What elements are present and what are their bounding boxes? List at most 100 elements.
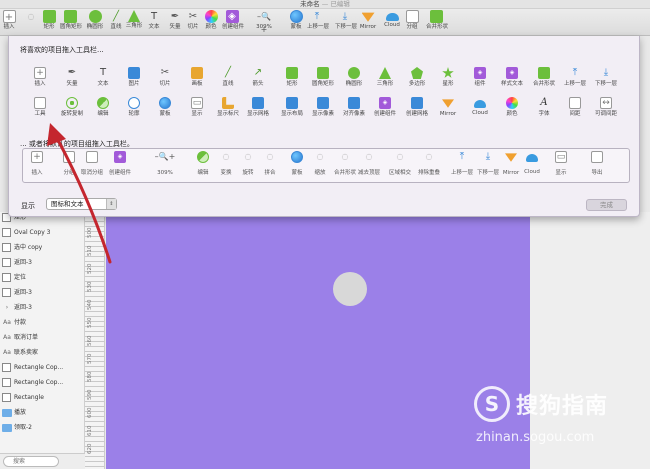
scale-icon: ◌	[316, 152, 324, 161]
toolbar-button-combine-shapes[interactable]: 合并形状	[426, 10, 448, 32]
default-item-label: 编辑	[197, 170, 209, 176]
palette-item-font[interactable]: A 字体	[530, 97, 558, 119]
toolbar-button-line[interactable]: ╱ 直线	[106, 10, 126, 32]
toolbar-button-backward[interactable]: ⤓ 下移一层	[335, 10, 357, 32]
layer-row[interactable]: Rectangle Cop...	[0, 360, 84, 375]
palette-item-combine-shapes[interactable]: 合并形状	[530, 67, 558, 89]
show-mode-select[interactable]: 图标和文本 ⇕	[46, 198, 117, 210]
palette-item-mask[interactable]: 蒙板	[151, 97, 179, 119]
toolbar-button-triangle[interactable]: 三角形	[124, 10, 144, 31]
toolbar-button-rounded-rectangle[interactable]: 圆角矩形	[60, 10, 82, 32]
font-icon: A	[540, 97, 548, 108]
palette-item-arrow[interactable]: ↗ 箭头	[244, 67, 272, 89]
default-item-group: 分组	[57, 151, 81, 178]
palette-item-show-layout[interactable]: 显示布局	[278, 97, 306, 119]
palette-item-cloud[interactable]: Cloud	[466, 97, 494, 118]
palette-item-star[interactable]: 星形	[434, 67, 462, 89]
palette-item-artboard[interactable]: 画板	[183, 67, 211, 89]
layer-row[interactable]: › 返回-3	[0, 300, 84, 315]
layer-name: Rectangle Cop...	[14, 379, 64, 386]
layer-search-input[interactable]	[3, 456, 59, 467]
palette-item-label: 间距	[569, 111, 581, 117]
palette-item-flexible-space[interactable]: ↔ 可调间距	[592, 97, 620, 119]
toolbar-button-group[interactable]: 分组	[402, 10, 422, 32]
palette-item-rounded-rectangle[interactable]: 圆角矩形	[309, 67, 337, 89]
toolbar-button-mask[interactable]: 蒙板	[286, 10, 306, 32]
palette-item-color[interactable]: 颜色	[498, 97, 526, 119]
toolbar-button-zoom[interactable]: –🔍+ 309%	[254, 10, 274, 34]
palette-item-styled-text[interactable]: ◈ 样式文本	[498, 67, 526, 89]
done-button[interactable]: 完成	[586, 199, 627, 211]
palette-item-mirror[interactable]: Mirror	[434, 97, 462, 119]
toolbar-button-rectangle[interactable]: 矩形	[39, 10, 59, 32]
toolbar-button-plus[interactable]: + 插入	[0, 10, 19, 32]
toolbar-button-color[interactable]: 颜色	[201, 10, 221, 32]
palette-item-rectangle[interactable]: 矩形	[278, 67, 306, 89]
palette-item-triangle[interactable]: 三角形	[371, 67, 399, 89]
palette-item-label: 字体	[538, 111, 550, 117]
toolbar-button-text[interactable]: T 文本	[144, 10, 164, 32]
palette-item-show-grid[interactable]: 显示网格	[244, 97, 272, 119]
palette-item-outline[interactable]: 轮廓	[120, 97, 148, 119]
oval-shape[interactable]	[333, 272, 367, 306]
palette-item-view[interactable]: ▭ 显示	[183, 97, 211, 119]
palette-item-oval[interactable]: 椭圆形	[340, 67, 368, 89]
arrow-icon: ↗	[253, 67, 263, 78]
palette-item-text[interactable]: T 文本	[89, 67, 117, 89]
palette-item-rotate-copies[interactable]: 旋转复制	[58, 97, 86, 119]
layer-row[interactable]: Oval Copy 3	[0, 225, 84, 240]
palette-item-plus[interactable]: + 插入	[26, 67, 54, 89]
layer-row[interactable]: 定位	[0, 270, 84, 285]
palette-item-label: 圆角矩形	[311, 81, 334, 87]
palette-item-edit[interactable]: 编辑	[89, 97, 117, 119]
rotate-copies-icon	[66, 97, 78, 109]
palette-item-forward[interactable]: ⤒ 上移一层	[561, 67, 589, 89]
palette-item-vector[interactable]: ✒ 矢量	[58, 67, 86, 89]
toolbar-button-cloud[interactable]: Cloud	[382, 10, 402, 30]
artboard-icon	[191, 67, 203, 79]
layer-row[interactable]: Aa 取消订单	[0, 330, 84, 345]
transform-icon: ◌	[222, 152, 230, 161]
layer-row[interactable]: 播放	[0, 405, 84, 420]
palette-item-slice[interactable]: ✂ 切片	[151, 67, 179, 89]
toolbar-button-mirror[interactable]: Mirror	[358, 10, 378, 32]
palette-item-make-grid[interactable]: 创建网格	[403, 97, 431, 119]
palette-item-space[interactable]: 间距	[561, 97, 589, 119]
palette-item-image[interactable]: 图片	[120, 67, 148, 89]
toolbar-button-slice[interactable]: ✂ 切片	[183, 10, 203, 32]
palette-item-line[interactable]: ╱ 直线	[214, 67, 242, 89]
toolbar-button-label: 上移一层	[307, 24, 330, 30]
palette-item-polygon[interactable]: 多边形	[403, 67, 431, 89]
layer-row[interactable]: 选中 copy	[0, 240, 84, 255]
layer-row[interactable]: 领取-2	[0, 420, 84, 435]
toolbar-button-create-symbol[interactable]: ◈ 创建组件	[222, 10, 245, 32]
palette-item-align-pixels[interactable]: 对齐像素	[340, 97, 368, 119]
palette-item-create-symbol[interactable]: ◈ 创建组件	[371, 97, 399, 119]
toolbar-button-oval[interactable]: 椭圆形	[85, 10, 105, 32]
default-item-label: 导出	[591, 170, 603, 176]
layer-name: 取消订单	[14, 334, 39, 341]
layer-row[interactable]: 返回-3	[0, 255, 84, 270]
layer-row[interactable]: Rectangle Cop...	[0, 375, 84, 390]
toolbar-button-forward[interactable]: ⤒ 上移一层	[307, 10, 330, 32]
flexible-space-icon: ↔	[600, 97, 612, 109]
toolbar-button-label: 创建组件	[222, 24, 245, 30]
palette-item-label: 显示标尺	[216, 111, 239, 117]
vertical-ruler: 500 510 520 530 540 550 560 570 580 590 600 610 620	[85, 212, 105, 469]
layer-row[interactable]: Rectangle	[0, 390, 84, 405]
text-layer-icon: Aa	[3, 334, 11, 341]
layer-row[interactable]: Aa 付款	[0, 315, 84, 330]
toolbar-button-vector[interactable]: ✒ 矢量	[165, 10, 185, 32]
palette-item-symbol[interactable]: ◈ 组件	[466, 67, 494, 89]
layer-name: 领取-2	[14, 424, 32, 431]
palette-item-show-rulers[interactable]: 显示标尺	[214, 97, 242, 119]
default-toolbar-set[interactable]: + 插入 分组 取消分组 ◈ 创建组件 –🔍+ 309% 编辑 ◌ 变换 ◌ 旋转 ◌ 拼合 蒙板 ◌ 缩放 ◌ 合并…	[22, 148, 630, 183]
palette-item-backward[interactable]: ⤓ 下移一层	[592, 67, 620, 89]
layer-row[interactable]: 返回-3	[0, 285, 84, 300]
layer-name: 返回-3	[14, 259, 32, 266]
palette-item-tools[interactable]: 工具	[26, 97, 54, 119]
layer-row[interactable]: Aa 联系卖家	[0, 345, 84, 360]
toolbar-button-brush[interactable]: ◌	[21, 10, 41, 23]
palette-item-show-pixels[interactable]: 显示像素	[309, 97, 337, 119]
palette-item-label: Mirror	[439, 111, 457, 117]
